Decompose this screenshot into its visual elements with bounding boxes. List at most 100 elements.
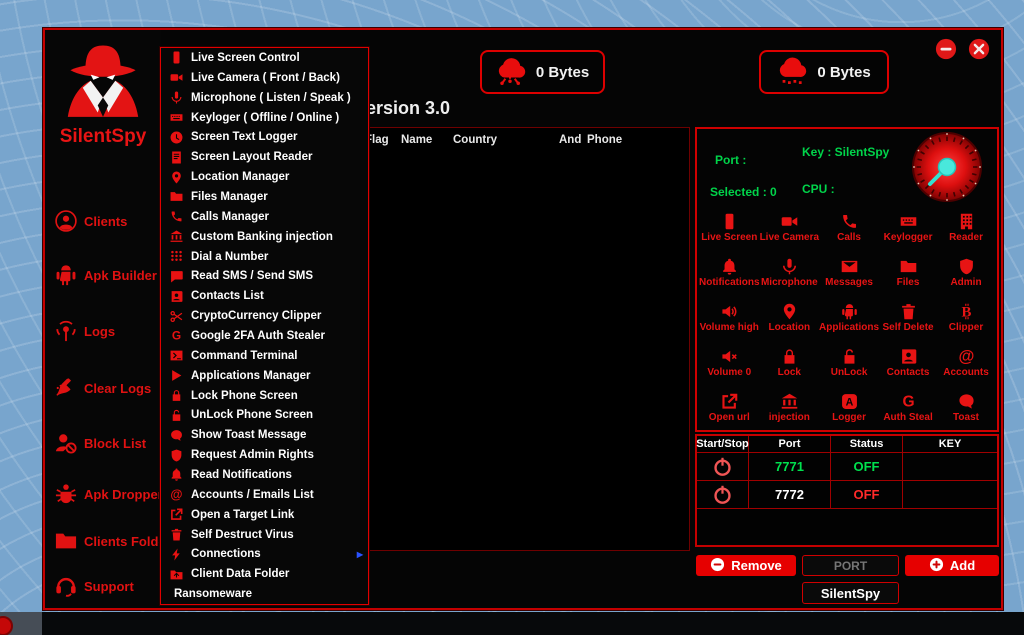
lock-icon bbox=[170, 389, 183, 402]
menu-item-applications-manager[interactable]: Applications Manager bbox=[161, 366, 368, 386]
action-unlock[interactable]: UnLock bbox=[819, 340, 879, 385]
column-android: And bbox=[559, 134, 581, 146]
sidebar-item-block-list[interactable]: Block List bbox=[55, 429, 146, 457]
sidebar-item-clients-folder[interactable]: Clients Folder bbox=[55, 527, 171, 555]
menu-item-keyloger-offline-online[interactable]: Keyloger ( Offline / Online ) bbox=[161, 108, 368, 128]
menu-item-label: Connections bbox=[191, 548, 261, 560]
menu-item-show-toast-message[interactable]: Show Toast Message bbox=[161, 425, 368, 445]
action-label: injection bbox=[769, 412, 810, 423]
bank-icon bbox=[781, 393, 798, 410]
ports-column-status: Status bbox=[831, 436, 903, 453]
action-files[interactable]: Files bbox=[879, 250, 937, 295]
menu-item-dial-a-number[interactable]: Dial a Number bbox=[161, 247, 368, 267]
action-toast[interactable]: Toast bbox=[937, 385, 995, 430]
action-injection[interactable]: injection bbox=[760, 385, 819, 430]
envelope-icon bbox=[841, 258, 858, 275]
action-logger[interactable]: ALogger bbox=[819, 385, 879, 430]
action-applications[interactable]: Applications bbox=[819, 295, 879, 340]
menu-item-label: Keyloger ( Offline / Online ) bbox=[191, 112, 339, 124]
menu-item-contacts-list[interactable]: Contacts List bbox=[161, 286, 368, 306]
action-lock[interactable]: Lock bbox=[760, 340, 819, 385]
close-button[interactable] bbox=[968, 38, 990, 60]
action-self-delete[interactable]: Self Delete bbox=[879, 295, 937, 340]
menu-item-request-admin-rights[interactable]: Request Admin Rights bbox=[161, 445, 368, 465]
key-field[interactable]: SilentSpy bbox=[802, 582, 899, 604]
action-auth-steal[interactable]: GAuth Steal bbox=[879, 385, 937, 430]
action-live-screen[interactable]: Live Screen bbox=[699, 205, 760, 250]
action-location[interactable]: Location bbox=[760, 295, 819, 340]
trash-icon bbox=[170, 528, 183, 541]
menu-item-custom-banking-injection[interactable]: Custom Banking injection bbox=[161, 227, 368, 247]
action-microphone[interactable]: Microphone bbox=[760, 250, 819, 295]
cpu-gauge bbox=[910, 130, 984, 204]
menu-item-self-destruct-virus[interactable]: Self Destruct Virus bbox=[161, 525, 368, 545]
menu-item-location-manager[interactable]: Location Manager bbox=[161, 167, 368, 187]
menu-item-ransomeware[interactable]: Ransomeware bbox=[161, 584, 368, 604]
menu-item-microphone-listen-speak[interactable]: Microphone ( Listen / Speak ) bbox=[161, 88, 368, 108]
cloud-upload-icon bbox=[777, 55, 807, 85]
sidebar-item-apk-dropper[interactable]: Apk Dropper bbox=[55, 480, 163, 508]
menu-item-read-notifications[interactable]: Read Notifications bbox=[161, 465, 368, 485]
menu-item-files-manager[interactable]: Files Manager bbox=[161, 187, 368, 207]
blocked-user-icon bbox=[55, 432, 77, 454]
menu-item-label: Request Admin Rights bbox=[191, 449, 314, 461]
menu-item-unlock-phone-screen[interactable]: UnLock Phone Screen bbox=[161, 405, 368, 425]
action-reader[interactable]: Reader bbox=[937, 205, 995, 250]
menu-item-lock-phone-screen[interactable]: Lock Phone Screen bbox=[161, 386, 368, 406]
action-messages[interactable]: Messages bbox=[819, 250, 879, 295]
menu-item-open-a-target-link[interactable]: Open a Target Link bbox=[161, 505, 368, 525]
android-icon bbox=[55, 264, 77, 286]
menu-item-client-data-folder[interactable]: Client Data Folder bbox=[161, 564, 368, 584]
sidebar-item-apk-builder[interactable]: Apk Builder bbox=[55, 261, 157, 289]
menu-item-screen-layout-reader[interactable]: Screen Layout Reader bbox=[161, 147, 368, 167]
port-input[interactable] bbox=[802, 555, 899, 576]
port-row-1-power[interactable] bbox=[697, 453, 749, 481]
action-volume-0[interactable]: Volume 0 bbox=[699, 340, 760, 385]
client-list-header: Flag Name Country And Phone bbox=[361, 134, 689, 152]
action-label: Keylogger bbox=[884, 232, 933, 243]
action-live-camera[interactable]: Live Camera bbox=[760, 205, 819, 250]
menu-item-screen-text-logger[interactable]: Screen Text Logger bbox=[161, 127, 368, 147]
remove-button[interactable]: Remove bbox=[696, 555, 796, 576]
action-contacts[interactable]: Contacts bbox=[879, 340, 937, 385]
menu-item-cryptocurrency-clipper[interactable]: CryptoCurrency Clipper bbox=[161, 306, 368, 326]
action-calls[interactable]: Calls bbox=[819, 205, 879, 250]
bell-icon bbox=[721, 258, 738, 275]
action-clipper[interactable]: BClipper bbox=[937, 295, 995, 340]
menu-item-live-camera-front-back[interactable]: Live Camera ( Front / Back) bbox=[161, 68, 368, 88]
port-label: Port : bbox=[715, 153, 746, 167]
keyboard-icon bbox=[170, 111, 183, 124]
action-admin[interactable]: Admin bbox=[937, 250, 995, 295]
action-keylogger[interactable]: Keylogger bbox=[879, 205, 937, 250]
sidebar-item-clear-logs[interactable]: Clear Logs bbox=[55, 374, 151, 402]
building-icon bbox=[958, 213, 975, 230]
brand-name: SilentSpy bbox=[45, 126, 161, 148]
external-link-icon bbox=[170, 508, 183, 521]
menu-item-label: Dial a Number bbox=[191, 251, 268, 263]
received-bytes-badge[interactable]: 0 Bytes bbox=[480, 50, 605, 94]
menu-item-accounts-emails-list[interactable]: @Accounts / Emails List bbox=[161, 485, 368, 505]
sidebar-item-support[interactable]: Support bbox=[55, 572, 134, 600]
menu-item-google-2fa-auth-stealer[interactable]: GGoogle 2FA Auth Stealer bbox=[161, 326, 368, 346]
menu-item-calls-manager[interactable]: Calls Manager bbox=[161, 207, 368, 227]
ports-table: Start/Stop Port Status KEY 7771OFF7772OF… bbox=[695, 434, 999, 547]
sent-bytes-badge[interactable]: 0 Bytes bbox=[759, 50, 889, 94]
action-notifications[interactable]: Notifications bbox=[699, 250, 760, 295]
menu-item-connections[interactable]: Connections▶ bbox=[161, 544, 368, 564]
menu-item-command-terminal[interactable]: Command Terminal bbox=[161, 346, 368, 366]
minimize-button[interactable] bbox=[935, 38, 957, 60]
port-row-2-power[interactable] bbox=[697, 481, 749, 509]
action-accounts[interactable]: @Accounts bbox=[937, 340, 995, 385]
speech-bubble-icon bbox=[958, 393, 975, 410]
action-open-url[interactable]: Open url bbox=[699, 385, 760, 430]
client-list[interactable]: Flag Name Country And Phone bbox=[360, 127, 690, 551]
action-volume-high[interactable]: Volume high bbox=[699, 295, 760, 340]
sidebar-item-logs[interactable]: Logs bbox=[55, 317, 115, 345]
ports-column-key: KEY bbox=[903, 436, 997, 453]
menu-item-label: Lock Phone Screen bbox=[191, 390, 298, 402]
menu-item-read-sms-send-sms[interactable]: Read SMS / Send SMS bbox=[161, 266, 368, 286]
ports-table-empty bbox=[697, 509, 749, 545]
sidebar-item-clients[interactable]: Clients bbox=[55, 207, 127, 235]
menu-item-live-screen-control[interactable]: Live Screen Control bbox=[161, 48, 368, 68]
add-button[interactable]: Add bbox=[905, 555, 999, 576]
